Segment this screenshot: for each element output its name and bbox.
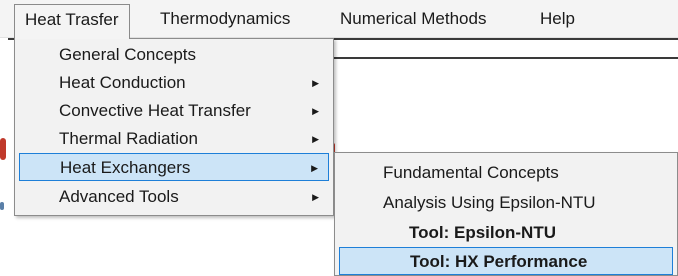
submenu-item-analysis-epsilon-ntu[interactable]: Analysis Using Epsilon-NTU [339,189,673,217]
menu-item-label: Advanced Tools [59,187,179,206]
menu-bar: Heat Trasfer Thermodynamics Numerical Me… [0,0,678,39]
menu-item-label: Heat Conduction [59,73,186,92]
menu-thermodynamics[interactable]: Thermodynamics [150,4,300,34]
menu-item-heat-conduction[interactable]: Heat Conduction ▶ [19,69,329,97]
background-marker [0,202,4,210]
window-divider-right [334,57,678,59]
submenu-item-label: Analysis Using Epsilon-NTU [383,193,596,212]
menu-item-advanced-tools[interactable]: Advanced Tools ▶ [19,183,329,211]
submenu-item-fundamental-concepts[interactable]: Fundamental Concepts [339,159,673,187]
submenu-arrow-icon: ▶ [312,134,319,144]
heat-exchangers-submenu: Fundamental Concepts Analysis Using Epsi… [334,152,678,276]
submenu-item-label: Fundamental Concepts [383,163,559,182]
submenu-item-tool-epsilon-ntu[interactable]: Tool: Epsilon-NTU [339,219,673,247]
menu-heat-transfer[interactable]: Heat Trasfer [14,4,130,39]
menu-item-convective-heat-transfer[interactable]: Convective Heat Transfer ▶ [19,97,329,125]
menu-item-general-concepts[interactable]: General Concepts [19,41,329,69]
menu-item-label: Thermal Radiation [59,129,198,148]
submenu-arrow-icon: ▶ [312,192,319,202]
menu-help[interactable]: Help [530,4,585,34]
menu-item-label: Convective Heat Transfer [59,101,251,120]
submenu-item-tool-hx-performance[interactable]: Tool: HX Performance [339,247,673,275]
menu-item-thermal-radiation[interactable]: Thermal Radiation ▶ [19,125,329,153]
menu-item-label: General Concepts [59,45,197,64]
heat-transfer-dropdown: General Concepts Heat Conduction ▶ Conve… [14,38,334,216]
submenu-arrow-icon: ▶ [311,163,318,173]
submenu-item-label: Tool: HX Performance [410,252,588,271]
menu-item-label: Heat Exchangers [60,158,191,177]
submenu-item-label: Tool: Epsilon-NTU [409,223,556,242]
menu-numerical-methods[interactable]: Numerical Methods [330,4,496,34]
background-marker [0,138,6,160]
submenu-arrow-icon: ▶ [312,106,319,116]
menu-item-heat-exchangers[interactable]: Heat Exchangers ▶ [19,153,329,181]
submenu-arrow-icon: ▶ [312,78,319,88]
app-window: Heat Trasfer Thermodynamics Numerical Me… [0,0,678,276]
